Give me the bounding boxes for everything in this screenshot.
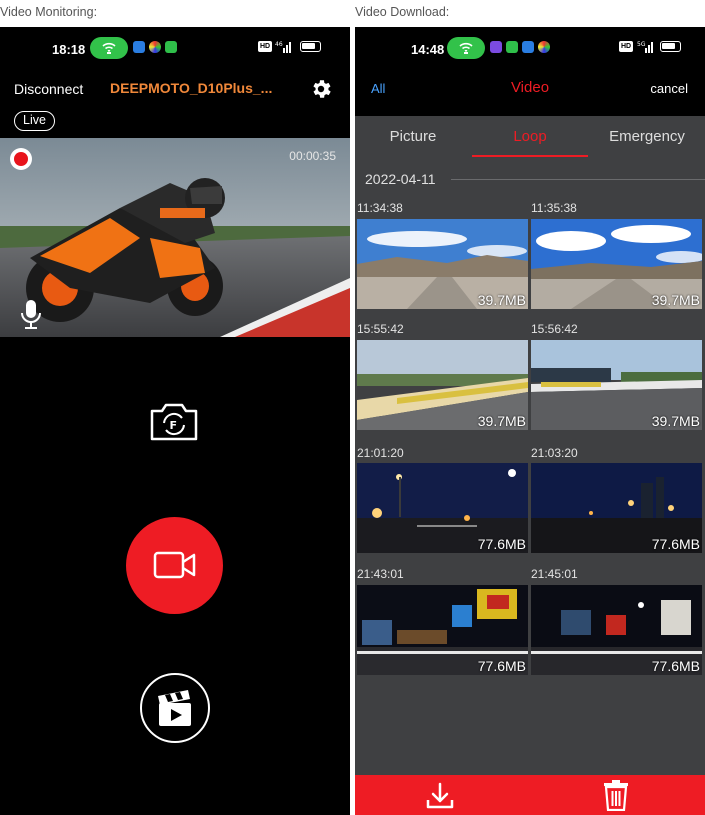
video-file-thumbnail[interactable]: 77.6MB — [357, 585, 528, 675]
wifi-hotspot-pill — [447, 37, 485, 59]
video-file-thumbnail[interactable]: 77.6MB — [357, 463, 528, 553]
file-size: 39.7MB — [651, 292, 700, 308]
file-size: 77.6MB — [651, 658, 700, 674]
live-badge[interactable]: Live — [14, 111, 55, 131]
file-time: 21:03:20 — [531, 446, 578, 460]
wifi-icon — [102, 42, 116, 54]
file-time: 21:45:01 — [531, 567, 578, 581]
motorcycle-video-image — [0, 138, 350, 337]
signal-bars-icon: 46 — [275, 41, 291, 53]
tab-emergency[interactable]: Emergency — [589, 128, 705, 145]
download-icon[interactable] — [425, 781, 455, 811]
file-size: 77.6MB — [477, 658, 526, 674]
video-file-thumbnail[interactable]: 39.7MB — [531, 340, 702, 430]
svg-text:5G: 5G — [637, 41, 646, 48]
video-file-thumbnail[interactable]: 39.7MB — [531, 219, 702, 309]
camera-switch-icon[interactable]: F — [148, 401, 200, 443]
recording-timer: 00:00:35 — [289, 149, 336, 163]
caption-video-monitoring: Video Monitoring: — [0, 5, 98, 19]
app-notification-icon — [149, 41, 161, 53]
app-notification-icon — [522, 41, 534, 53]
status-time: 14:48 — [411, 42, 445, 57]
svg-text:46: 46 — [275, 41, 283, 48]
file-time: 21:01:20 — [357, 446, 404, 460]
trash-icon[interactable] — [603, 779, 629, 811]
svg-text:F: F — [170, 419, 178, 432]
video-file-thumbnail[interactable]: 77.6MB — [531, 463, 702, 553]
record-video-button[interactable] — [126, 517, 223, 614]
file-time: 15:56:42 — [531, 322, 578, 336]
device-name: DEEPMOTO_D10Plus_... — [110, 80, 273, 96]
active-tab-indicator — [472, 155, 588, 157]
hd-voice-icon: HD — [619, 41, 633, 52]
tab-bar: Picture Loop Emergency — [355, 116, 705, 162]
file-size: 77.6MB — [651, 536, 700, 552]
video-library-button[interactable] — [140, 673, 210, 743]
tab-picture[interactable]: Picture — [355, 128, 471, 145]
battery-icon — [660, 41, 681, 52]
phone-video-monitoring: 18:18 HD 46 Disconnect DEEPMOTO_D10Plus_… — [0, 27, 350, 815]
file-time: 11:35:38 — [531, 201, 577, 215]
action-bar — [355, 775, 705, 815]
date-group-header: 2022-04-11 — [365, 171, 436, 187]
phone-video-download: 14:48 HD 5G All Video cancel Picture Loo… — [355, 27, 705, 815]
app-notification-icon — [165, 41, 177, 53]
file-time: 11:34:38 — [357, 201, 403, 215]
file-size: 39.7MB — [651, 413, 700, 429]
tab-loop[interactable]: Loop — [472, 128, 588, 145]
caption-video-download: Video Download: — [355, 5, 450, 19]
file-time: 21:43:01 — [357, 567, 404, 581]
status-time: 18:18 — [52, 42, 86, 57]
file-size: 39.7MB — [477, 413, 526, 429]
app-notification-icon — [490, 41, 502, 53]
wifi-hotspot-pill — [90, 37, 128, 59]
app-notification-icon — [538, 41, 550, 53]
divider — [451, 179, 705, 180]
battery-icon — [300, 41, 321, 52]
record-dot-icon — [10, 148, 32, 170]
file-size: 77.6MB — [477, 536, 526, 552]
app-notification-icon — [506, 41, 518, 53]
signal-bars-icon: 5G — [637, 41, 653, 53]
clapperboard-play-icon — [158, 690, 191, 726]
file-time: 15:55:42 — [357, 322, 404, 336]
wifi-icon — [459, 42, 473, 54]
microphone-icon[interactable] — [20, 299, 42, 331]
cancel-button[interactable]: cancel — [650, 81, 688, 96]
hd-voice-icon: HD — [258, 41, 272, 52]
status-bar: 14:48 HD 5G — [355, 27, 705, 71]
settings-gear-icon[interactable] — [309, 77, 333, 101]
video-file-thumbnail[interactable]: 39.7MB — [357, 340, 528, 430]
status-bar: 18:18 HD 46 — [0, 27, 350, 71]
live-video-feed: 00:00:35 — [0, 138, 350, 337]
file-size: 39.7MB — [477, 292, 526, 308]
video-camera-icon — [153, 551, 196, 579]
app-notification-icon — [133, 41, 145, 53]
video-file-thumbnail[interactable]: 39.7MB — [357, 219, 528, 309]
disconnect-button[interactable]: Disconnect — [14, 81, 83, 97]
video-file-thumbnail[interactable]: 77.6MB — [531, 585, 702, 675]
